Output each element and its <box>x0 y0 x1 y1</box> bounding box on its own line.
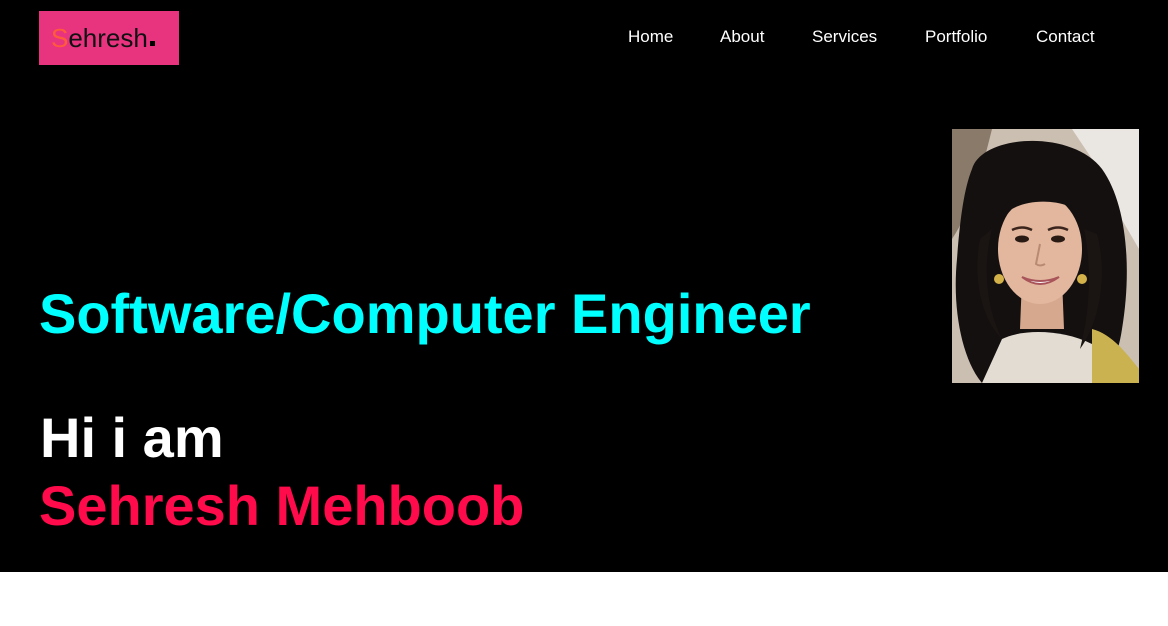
nav-link-about[interactable]: About <box>720 27 764 47</box>
profession-heading: Software/Computer Engineer <box>39 282 811 345</box>
site-logo[interactable]: Sehresh <box>39 11 179 65</box>
logo-first-letter: S <box>51 23 69 53</box>
greeting-heading: Hi i am <box>40 406 224 469</box>
hero-section: Sehresh Home About Services Portfolio Co… <box>0 0 1168 572</box>
nav-link-contact[interactable]: Contact <box>1036 27 1095 47</box>
nav-link-portfolio[interactable]: Portfolio <box>925 27 987 47</box>
nav-link-home[interactable]: Home <box>628 27 673 47</box>
nav-link-services[interactable]: Services <box>812 27 877 47</box>
logo-text: ehresh <box>68 23 148 53</box>
profile-photo <box>952 129 1139 383</box>
logo-dot <box>149 40 155 46</box>
name-heading: Sehresh Mehboob <box>39 474 525 537</box>
